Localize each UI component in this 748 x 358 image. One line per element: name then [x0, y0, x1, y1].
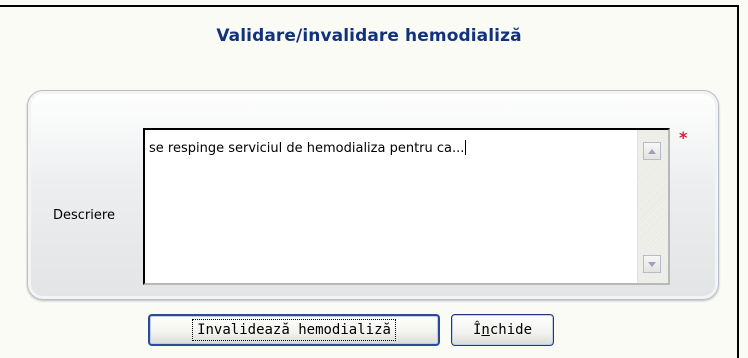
textarea-scrollbar[interactable]: [637, 130, 668, 283]
text-caret: [465, 140, 467, 155]
description-textarea[interactable]: se respinge serviciul de hemodializa pen…: [143, 128, 670, 285]
right-border: [737, 5, 739, 358]
invalidate-button-label: Invalidează hemodializă: [192, 319, 396, 341]
close-button[interactable]: Închide: [451, 314, 554, 346]
dialog-title: Validare/invalidare hemodializă: [216, 26, 522, 46]
scroll-down-button[interactable]: [643, 255, 661, 273]
arrow-down-icon: [648, 261, 656, 267]
top-border: [0, 5, 738, 7]
description-label: Descriere: [53, 208, 115, 223]
invalidate-button[interactable]: Invalidează hemodializă: [148, 314, 440, 346]
arrow-up-icon: [648, 148, 656, 154]
required-marker: *: [679, 128, 688, 147]
dialog-window: Validare/invalidare hemodializă Descrier…: [0, 0, 748, 358]
close-button-label: Închide: [472, 322, 533, 338]
description-text: se respinge serviciul de hemodializa pen…: [149, 140, 467, 156]
scroll-up-button[interactable]: [643, 142, 661, 160]
